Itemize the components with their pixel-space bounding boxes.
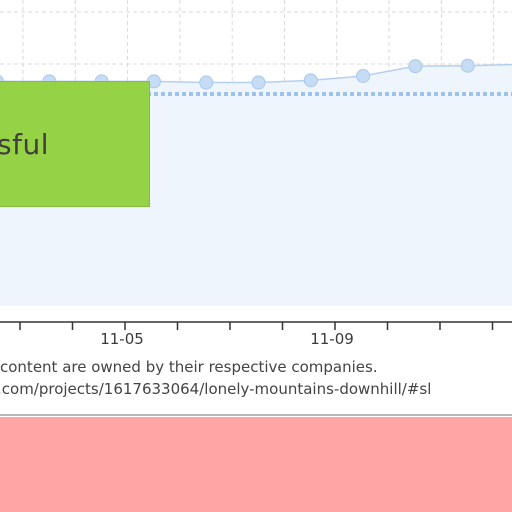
data-point [251,75,266,90]
x-axis-tick-label: 11-09 [310,330,354,348]
status-badge: sful [0,81,150,207]
data-point [199,75,214,90]
data-point [303,73,318,88]
data-point [356,68,371,83]
footer-divider [0,414,512,416]
project-url: .com/projects/1617633064/lonely-mountain… [0,380,432,398]
status-badge-text: sful [0,128,49,161]
data-point [460,58,475,73]
data-point [408,59,423,74]
copyright-notice: content are owned by their respective co… [0,358,378,376]
error-panel [0,417,512,512]
x-axis-tick-label: 11-05 [100,330,144,348]
chart-x-axis: 11-05 11-09 [0,321,512,348]
